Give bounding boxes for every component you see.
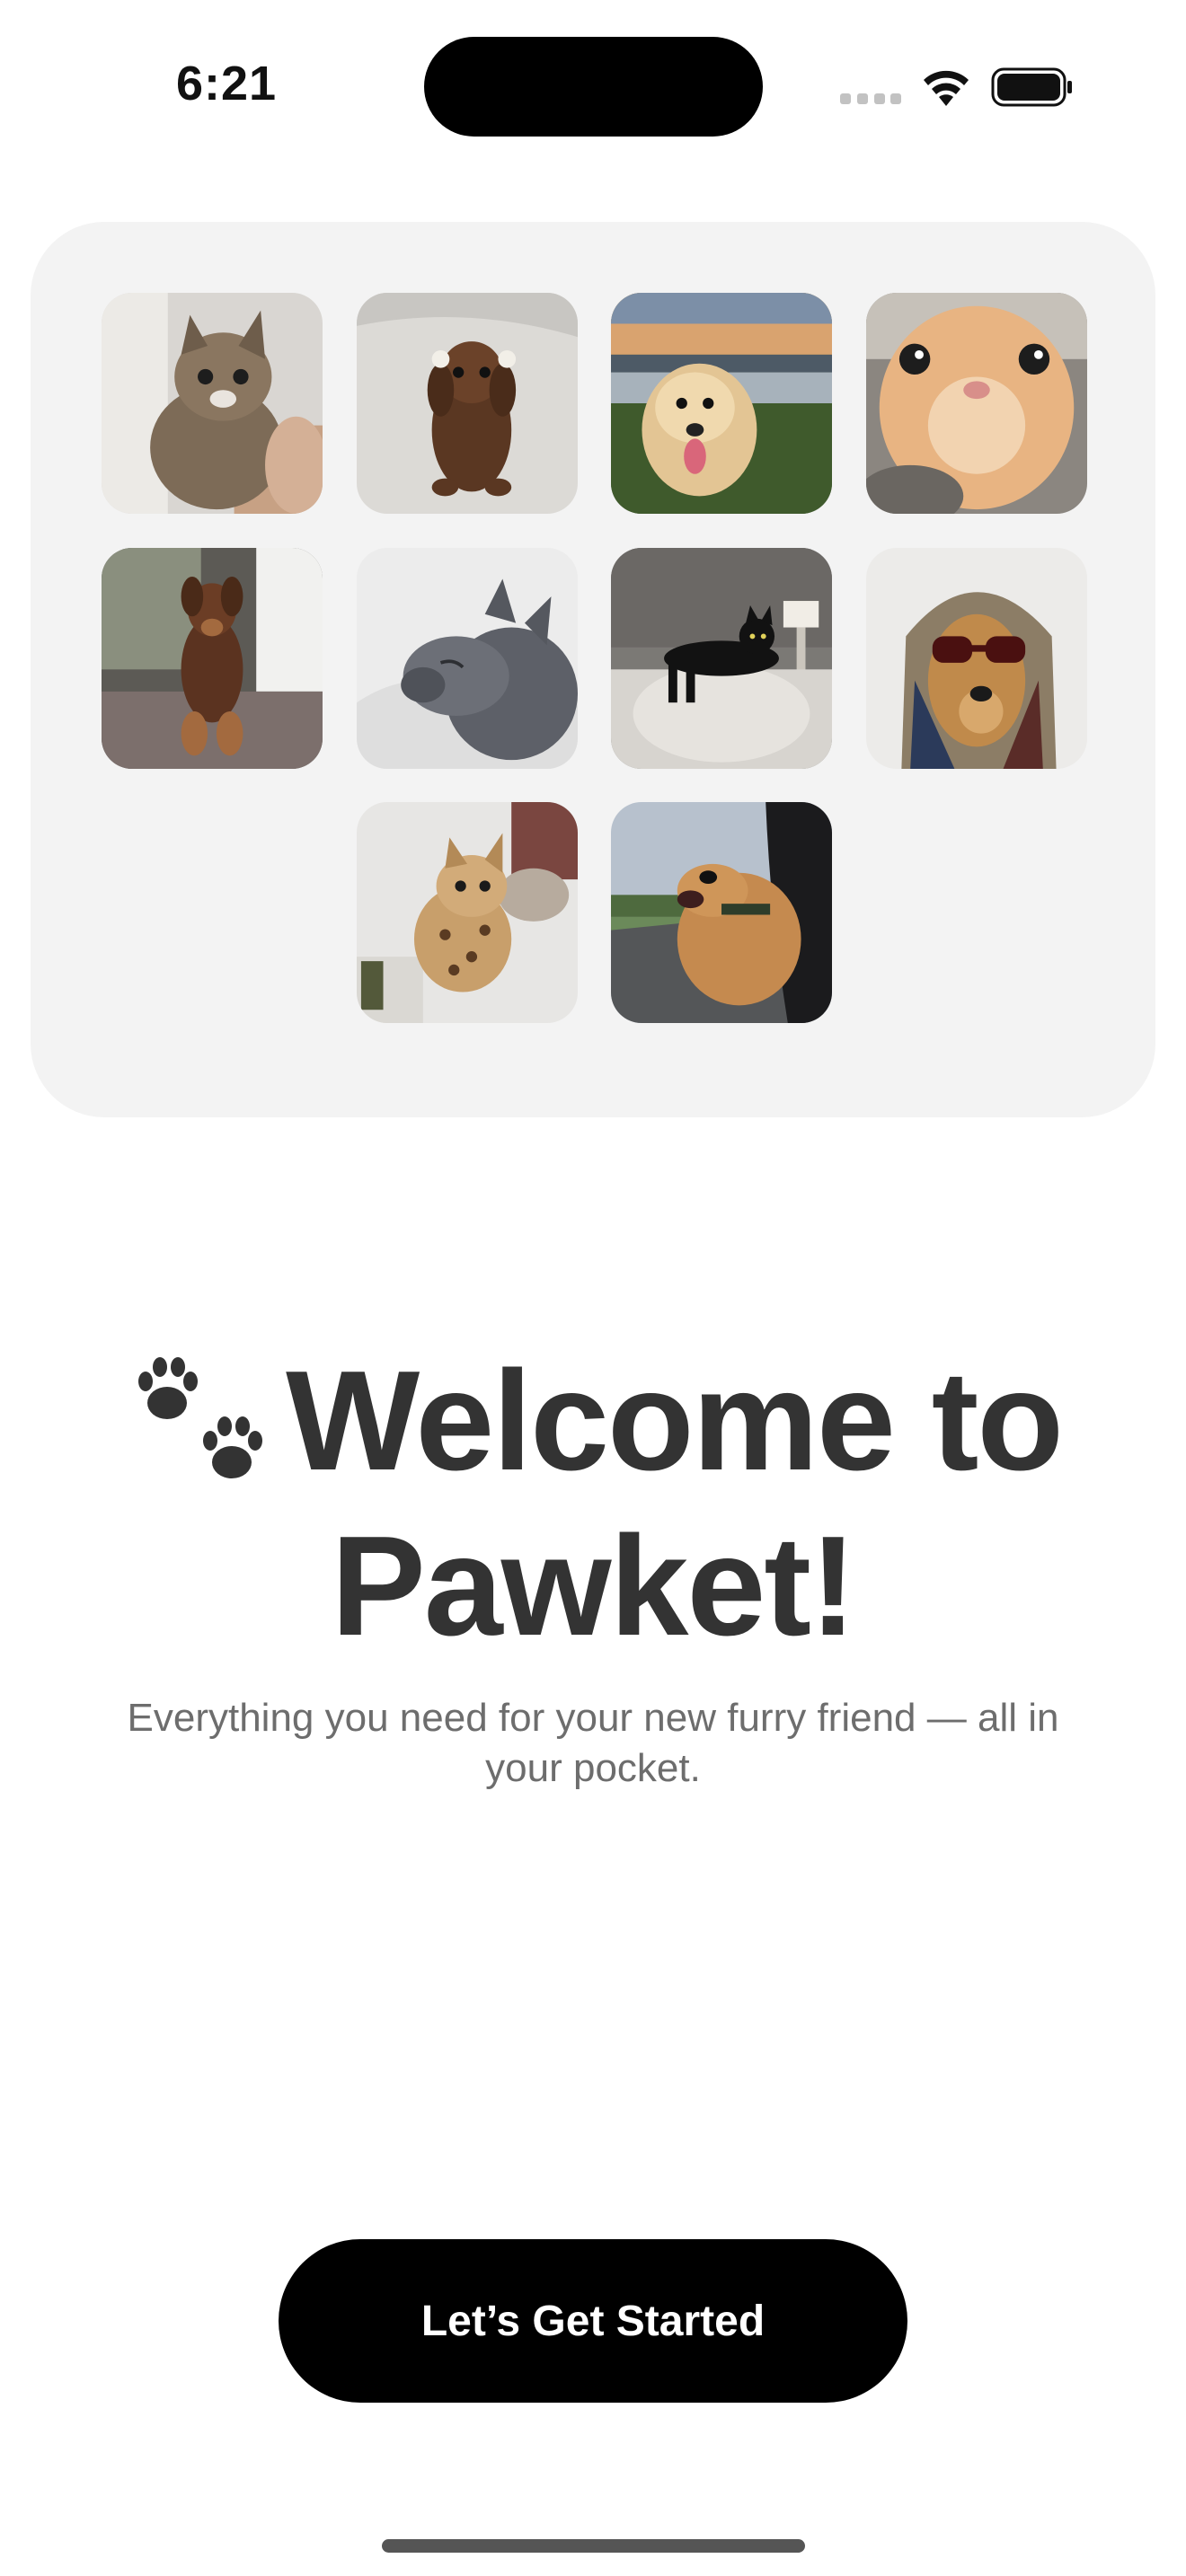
headline-line-2: Pawket!: [331, 1507, 856, 1665]
wifi-icon: [924, 70, 969, 106]
orange-cat-closeup-photo: [866, 293, 1087, 514]
dachshund-puppy-photo: [357, 293, 578, 514]
headline-line-1: Welcome to: [286, 1342, 1064, 1500]
dog-sunglasses-photo: [866, 548, 1087, 769]
dog-car-window-photo: [611, 802, 832, 1023]
golden-retriever-sunset-photo: [611, 293, 832, 514]
status-time: 6:21: [176, 57, 278, 110]
french-bulldog-photo: [357, 548, 578, 769]
black-cat-photo: [611, 548, 832, 769]
dynamic-island: [424, 37, 763, 137]
tabby-kitten-photo: [102, 293, 323, 514]
welcome-subtitle: Everything you need for your new furry f…: [127, 1696, 1059, 1790]
get-started-button[interactable]: Let’s Get Started: [279, 2239, 907, 2403]
welcome-screen: 6:21 Welcome to Pawket! Everything you n…: [0, 0, 1186, 2576]
bengal-kitten-photo: [357, 802, 578, 1023]
welcome-headline: Welcome to Pawket!: [0, 1338, 1186, 1669]
cellular-signal-icon: [840, 93, 901, 104]
home-indicator[interactable]: [382, 2539, 805, 2553]
doberman-puppy-photo: [102, 548, 323, 769]
pet-photo-gallery: [31, 222, 1155, 1117]
battery-icon: [991, 67, 1072, 107]
